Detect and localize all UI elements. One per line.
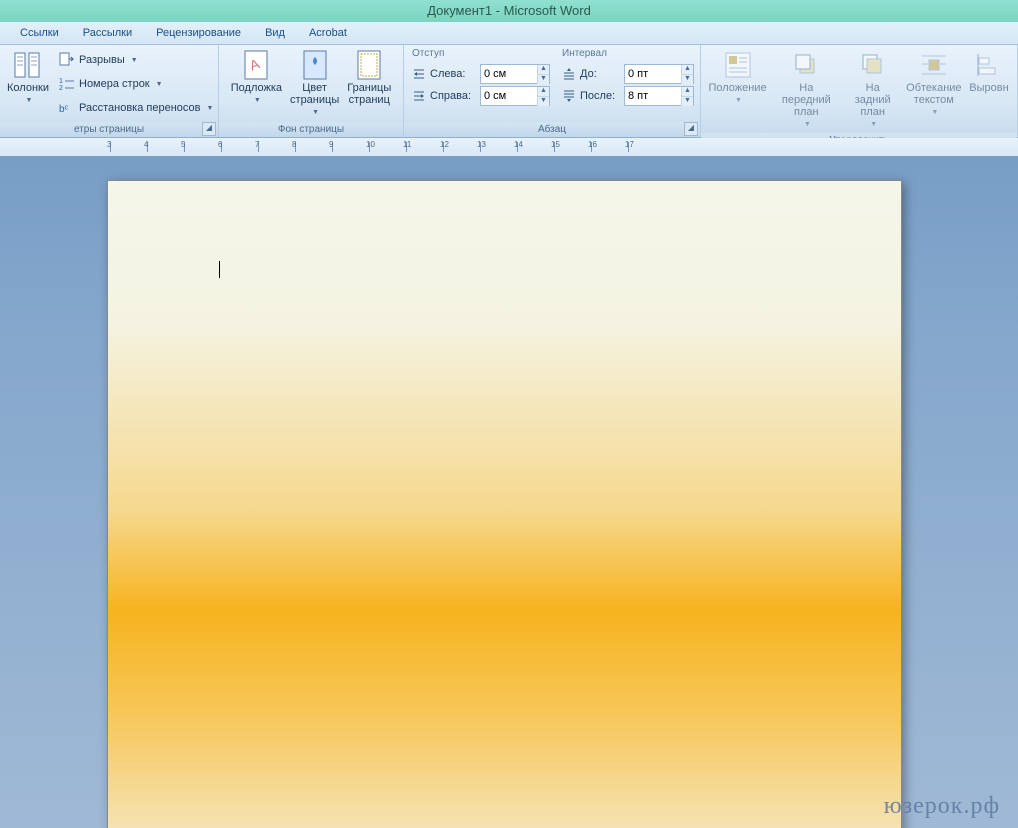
window-title: Документ1 - Microsoft Word bbox=[427, 3, 591, 18]
site-watermark: юзерок.рф bbox=[884, 793, 1000, 820]
chevron-down-icon: ▼ bbox=[254, 95, 261, 107]
spacing-heading: Интервал bbox=[562, 47, 694, 63]
text-cursor bbox=[219, 261, 220, 278]
hyphenation-button[interactable]: bᶜ Расстановка переносов▼ bbox=[56, 97, 216, 119]
page-color-button[interactable]: Цвет страницы ▼ bbox=[286, 47, 343, 119]
space-after-input[interactable]: ▲▼ bbox=[624, 86, 694, 106]
breaks-button[interactable]: Разрывы▼ bbox=[56, 49, 216, 71]
chevron-down-icon: ▼ bbox=[206, 105, 213, 112]
spin-up[interactable]: ▲ bbox=[681, 65, 693, 75]
spin-down[interactable]: ▼ bbox=[537, 97, 549, 106]
chevron-down-icon: ▼ bbox=[804, 119, 811, 131]
tab-mailings[interactable]: Рассылки bbox=[71, 22, 144, 44]
svg-text:bᶜ: bᶜ bbox=[59, 104, 69, 115]
group-label-page-setup: етры страницы bbox=[0, 122, 218, 137]
group-label-page-bg: Фон страницы bbox=[219, 122, 403, 137]
text-wrap-icon bbox=[918, 49, 950, 81]
tab-acrobat[interactable]: Acrobat bbox=[297, 22, 359, 44]
indent-right-icon bbox=[412, 89, 426, 103]
position-icon bbox=[722, 49, 754, 81]
horizontal-ruler[interactable]: 34567891011121314151617 bbox=[0, 138, 1018, 156]
watermark-icon: A bbox=[240, 49, 272, 81]
page-color-icon bbox=[299, 49, 331, 81]
indent-left-icon bbox=[412, 67, 426, 81]
ribbon-tabs: Ссылки Рассылки Рецензирование Вид Acrob… bbox=[0, 22, 1018, 45]
group-page-setup: Колонки ▼ Разрывы▼ 12 Номера строк▼ bᶜ Р… bbox=[0, 45, 219, 137]
breaks-icon bbox=[59, 52, 75, 68]
columns-icon bbox=[12, 49, 44, 81]
line-numbers-button[interactable]: 12 Номера строк▼ bbox=[56, 73, 216, 95]
space-after-icon bbox=[562, 89, 576, 103]
spin-up[interactable]: ▲ bbox=[681, 87, 693, 97]
page-setup-launcher[interactable]: ◢ bbox=[202, 122, 216, 136]
hyphenation-icon: bᶜ bbox=[59, 100, 75, 116]
indent-heading: Отступ bbox=[412, 47, 550, 63]
indent-right-label: Справа: bbox=[430, 90, 476, 102]
text-wrap-button[interactable]: Обтекание текстом▼ bbox=[903, 47, 965, 119]
space-before-input[interactable]: ▲▼ bbox=[624, 64, 694, 84]
group-label-paragraph: Абзац bbox=[404, 122, 700, 137]
spin-down[interactable]: ▼ bbox=[681, 75, 693, 84]
tab-references[interactable]: Ссылки bbox=[8, 22, 71, 44]
spin-down[interactable]: ▼ bbox=[681, 97, 693, 106]
document-area bbox=[0, 156, 1018, 828]
group-paragraph: Отступ Слева: ▲▼ Справа: ▲▼ Интервал До: bbox=[404, 45, 701, 137]
align-button[interactable]: Выровн bbox=[965, 47, 1013, 94]
ribbon: Колонки ▼ Разрывы▼ 12 Номера строк▼ bᶜ Р… bbox=[0, 45, 1018, 138]
columns-label: Колонки bbox=[7, 82, 49, 94]
bring-front-button[interactable]: На передний план▼ bbox=[770, 47, 843, 131]
line-numbers-icon: 12 bbox=[59, 76, 75, 92]
chevron-down-icon: ▼ bbox=[312, 107, 319, 119]
svg-text:1: 1 bbox=[59, 78, 63, 85]
spin-up[interactable]: ▲ bbox=[537, 65, 549, 75]
indent-left-label: Слева: bbox=[430, 68, 476, 80]
group-arrange: Положение▼ На передний план▼ На задний п… bbox=[701, 45, 1018, 137]
position-button[interactable]: Положение▼ bbox=[705, 47, 770, 107]
indent-left-input[interactable]: ▲▼ bbox=[480, 64, 550, 84]
tab-review[interactable]: Рецензирование bbox=[144, 22, 253, 44]
spin-down[interactable]: ▼ bbox=[537, 75, 549, 84]
group-page-background: A Подложка ▼ Цвет страницы ▼ Границы стр… bbox=[219, 45, 404, 137]
send-back-icon bbox=[857, 49, 889, 81]
space-before-label: До: bbox=[580, 68, 620, 80]
bring-front-icon bbox=[790, 49, 822, 81]
chevron-down-icon: ▼ bbox=[931, 107, 938, 119]
chevron-down-icon: ▼ bbox=[156, 81, 163, 88]
chevron-down-icon: ▼ bbox=[870, 119, 877, 131]
space-before-icon bbox=[562, 67, 576, 81]
send-back-button[interactable]: На задний план▼ bbox=[843, 47, 903, 131]
columns-button[interactable]: Колонки ▼ bbox=[4, 47, 52, 107]
align-icon bbox=[973, 49, 1005, 81]
chevron-down-icon: ▼ bbox=[735, 95, 742, 107]
indent-right-input[interactable]: ▲▼ bbox=[480, 86, 550, 106]
paragraph-launcher[interactable]: ◢ bbox=[684, 122, 698, 136]
spin-up[interactable]: ▲ bbox=[537, 87, 549, 97]
document-page[interactable] bbox=[107, 180, 902, 828]
page-borders-button[interactable]: Границы страниц bbox=[343, 47, 395, 106]
svg-text:2: 2 bbox=[59, 85, 63, 92]
watermark-button[interactable]: A Подложка ▼ bbox=[227, 47, 286, 107]
page-borders-icon bbox=[353, 49, 385, 81]
tab-view[interactable]: Вид bbox=[253, 22, 297, 44]
chevron-down-icon: ▼ bbox=[131, 57, 138, 64]
space-after-label: После: bbox=[580, 90, 620, 102]
chevron-down-icon: ▼ bbox=[26, 95, 33, 107]
title-bar: Документ1 - Microsoft Word bbox=[0, 0, 1018, 22]
